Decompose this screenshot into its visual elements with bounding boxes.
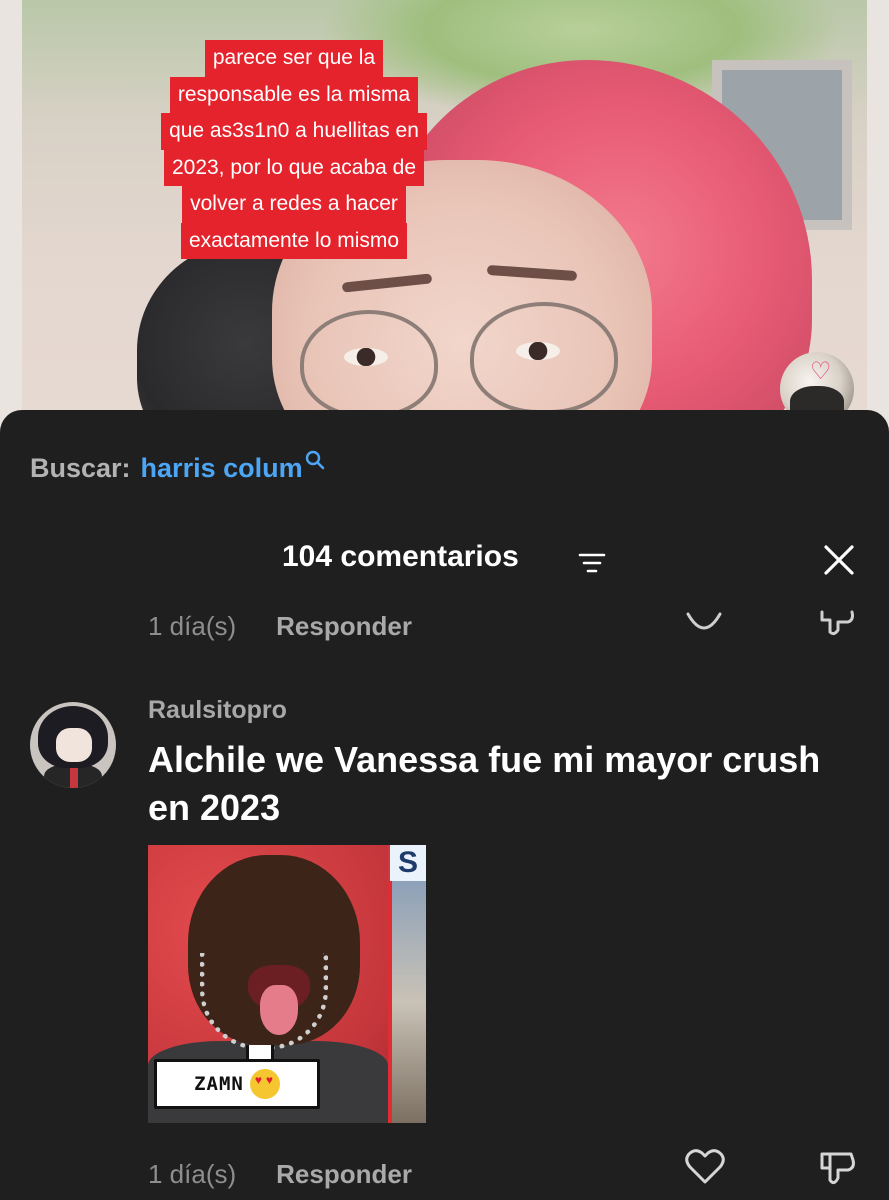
search-icon[interactable] — [305, 450, 325, 470]
comment-time: 1 día(s) — [148, 1158, 237, 1189]
sticker-tongue — [260, 985, 298, 1035]
heart-eyes-emoji-icon — [249, 1069, 280, 1099]
video-caption: parece ser que la responsable es la mism… — [134, 40, 454, 259]
sticker-panel-label: S — [390, 845, 426, 881]
dislike-icon[interactable] — [818, 1148, 858, 1188]
comment-actions: 1 día(s) Responder — [148, 1154, 412, 1194]
left-eyebrow — [341, 273, 433, 293]
comments-header: 104 comentarios — [0, 538, 889, 582]
comment-text: Alchile we Vanessa fue mi mayor crush en… — [148, 739, 821, 828]
video-frame: parece ser que la responsable es la mism… — [22, 0, 867, 440]
caption-line: 2023, por lo que acaba de — [163, 149, 425, 186]
caption-line: parece ser que la — [204, 40, 384, 77]
sort-icon[interactable] — [578, 552, 606, 574]
heart-icon: ♡ — [810, 358, 832, 385]
reply-button[interactable]: Responder — [276, 1159, 412, 1190]
comment-time: 1 día(s) — [148, 610, 237, 641]
search-label: Buscar: — [30, 452, 131, 483]
speech-bubble-text: ZAMN — [194, 1073, 244, 1095]
caption-line: que as3s1n0 a huellitas en — [161, 113, 427, 150]
heart-outline-icon[interactable] — [684, 1148, 726, 1186]
caption-line: volver a redes a hacer — [182, 186, 406, 223]
heart-outline-icon[interactable] — [684, 608, 724, 638]
comments-sheet: Buscar: harris colum 104 comentarios 1 d… — [0, 410, 889, 1200]
search-query-link[interactable]: harris colum — [141, 453, 303, 484]
avatar-face — [56, 728, 92, 762]
video-player[interactable]: parece ser que la responsable es la mism… — [0, 0, 889, 440]
speech-bubble: ZAMN — [154, 1059, 320, 1109]
caption-line: responsable es la misma — [169, 76, 419, 113]
right-eyebrow — [486, 264, 578, 282]
comment-sticker-image[interactable]: S ZAMN — [148, 845, 426, 1123]
right-eye — [516, 342, 560, 360]
left-eye — [344, 348, 388, 366]
previous-comment-actions: 1 día(s) Responder — [148, 606, 412, 646]
search-suggestion[interactable]: Buscar: harris colum — [30, 450, 325, 486]
avatar-tie — [70, 766, 78, 788]
comments-count-title: 104 comentarios — [282, 540, 519, 573]
reply-button[interactable]: Responder — [276, 611, 412, 642]
comment-username[interactable]: Raulsitopro — [148, 696, 287, 725]
dislike-icon[interactable] — [818, 606, 858, 642]
avatar[interactable] — [30, 702, 116, 788]
caption-line: exactamente lo mismo — [180, 222, 408, 259]
close-icon[interactable] — [822, 543, 856, 577]
sticker-side-panel — [388, 881, 426, 1123]
